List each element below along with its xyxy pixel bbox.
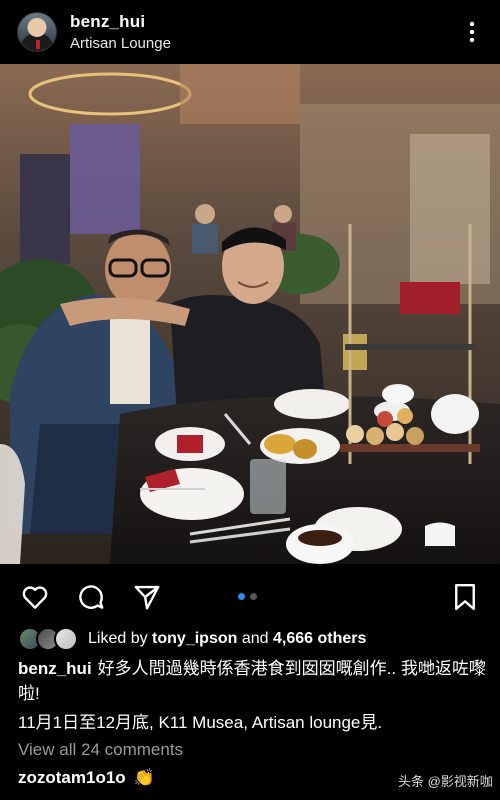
watermark: 头条 @影视新咖: [398, 774, 493, 789]
comment-text: 👏: [133, 768, 155, 787]
carousel-dot-active: [238, 593, 245, 600]
profile-avatar[interactable]: [17, 12, 57, 52]
post-photo[interactable]: [0, 64, 500, 564]
post-username[interactable]: benz_hui: [70, 12, 145, 32]
liker-avatars: [18, 627, 80, 651]
comment-icon[interactable]: [74, 580, 108, 614]
more-vertical-icon[interactable]: [462, 20, 482, 44]
view-all-comments-link[interactable]: View all 24 comments: [18, 740, 183, 760]
likes-count[interactable]: 4,666 others: [273, 630, 366, 648]
caption-username[interactable]: benz_hui: [18, 659, 92, 678]
carousel-indicator: [238, 593, 257, 600]
post-header: benz_hui Artisan Lounge: [0, 0, 500, 64]
caption-line-2: 11月1日至12月底, K11 Musea, Artisan lounge見.: [18, 713, 383, 732]
heart-icon[interactable]: [18, 580, 52, 614]
post-location[interactable]: Artisan Lounge: [70, 35, 171, 52]
likes-prefix: Liked by: [88, 630, 148, 647]
bookmark-icon[interactable]: [448, 580, 482, 614]
liker-username[interactable]: tony_ipson: [152, 630, 237, 648]
comment-row: zozotam1o1o 👏: [18, 768, 155, 788]
post-actions: [0, 574, 500, 618]
liker-avatar: [54, 627, 78, 651]
post-caption: benz_hui 好多人問過幾時係香港食到囡囡嘅創作.. 我哋返咗嚟啦!: [18, 656, 488, 706]
likes-summary[interactable]: Liked by tony_ipson and 4,666 others: [18, 626, 366, 652]
likes-middle: and: [241, 630, 269, 647]
comment-username[interactable]: zozotam1o1o: [18, 768, 126, 788]
send-icon[interactable]: [130, 580, 164, 614]
carousel-dot: [250, 593, 257, 600]
